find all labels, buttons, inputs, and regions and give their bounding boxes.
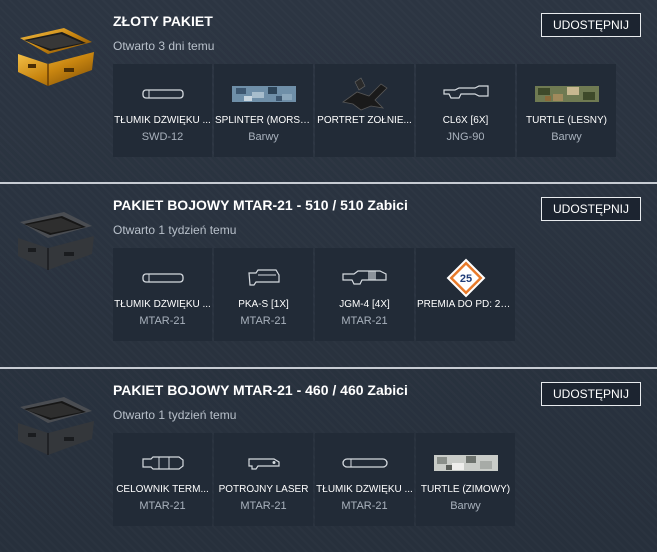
camo-swatch-navy [229,74,299,114]
item-name: CL6X [6X] [442,115,489,126]
item-name: SPLINTER (MORSKI) [215,115,312,126]
share-button[interactable]: UDOSTĘPNIJ [541,382,641,406]
pack-opened-time: Otwarto 1 tydzień temu [113,223,237,237]
case-icon [18,212,94,270]
item-card[interactable]: PKA-S [1X] MTAR-21 [214,248,313,341]
pack-items: TŁUMIK DŹWIĘKU ... SWD-12 SPLINTER (MORS… [113,64,616,157]
item-name: TURTLE (ZIMOWY) [420,484,511,495]
item-name: CELOWNIK TERM... [116,484,209,495]
item-card[interactable]: CL6X [6X] JNG-90 [416,64,515,157]
scope-icon [431,74,501,114]
item-card[interactable]: 25 PREMIA DO PD: 25% [416,248,515,341]
item-sub: Barwy [248,131,279,143]
silencer-icon [128,258,198,298]
item-sub: SWD-12 [141,131,184,143]
laser-icon [229,443,299,483]
item-name: TŁUMIK DŹWIĘKU ... [114,115,211,126]
item-card[interactable]: JGM-4 [4X] MTAR-21 [315,248,414,341]
item-name: PKA-S [1X] [238,299,289,310]
soldier-portrait-icon [330,74,400,114]
pack-title: ZŁOTY PAKIET [113,13,213,29]
pack-items: TŁUMIK DŹWIĘKU ... MTAR-21 PKA-S [1X] MT… [113,248,515,341]
silencer-icon [330,443,400,483]
silencer-icon [128,74,198,114]
item-sub: MTAR-21 [139,315,186,327]
pack-opened-time: Otwarto 3 dni temu [113,39,215,53]
item-name: POTRÓJNY LASER [218,484,309,495]
item-card[interactable]: CELOWNIK TERM... MTAR-21 [113,433,212,526]
item-sub: MTAR-21 [240,500,287,512]
thermal-scope-icon [128,443,198,483]
item-name: PREMIA DO PD: 25% [417,299,514,310]
pack-battle-460: PAKIET BOJOWY MTAR-21 - 460 / 460 Zabici… [0,369,657,552]
pack-title: PAKIET BOJOWY MTAR-21 - 510 / 510 Zabici [113,197,408,213]
item-card[interactable]: PORTRET ŻOŁNIE... [315,64,414,157]
item-sub: JNG-90 [446,131,485,143]
item-name: PORTRET ŻOŁNIE... [317,115,412,126]
xp-boost-25-icon: 25 [431,258,501,298]
gold-case-icon [18,28,94,86]
item-card[interactable]: TŁUMIK DŹWIĘKU ... MTAR-21 [315,433,414,526]
item-card[interactable]: TURTLE (ZIMOWY) Barwy [416,433,515,526]
share-button[interactable]: UDOSTĘPNIJ [541,13,641,37]
item-sub: Barwy [551,131,582,143]
pack-gold: ZŁOTY PAKIET Otwarto 3 dni temu UDOSTĘPN… [0,0,657,182]
item-sub: MTAR-21 [341,500,388,512]
share-button[interactable]: UDOSTĘPNIJ [541,197,641,221]
item-card[interactable]: SPLINTER (MORSKI) Barwy [214,64,313,157]
item-name: TŁUMIK DŹWIĘKU ... [316,484,413,495]
item-sub: MTAR-21 [240,315,287,327]
item-sub: MTAR-21 [341,315,388,327]
item-card[interactable]: POTRÓJNY LASER MTAR-21 [214,433,313,526]
pack-items: CELOWNIK TERM... MTAR-21 POTRÓJNY LASER … [113,433,515,526]
xp-boost-value: 25 [459,273,471,285]
camo-swatch-winter [431,443,501,483]
item-card[interactable]: TŁUMIK DŹWIĘKU ... MTAR-21 [113,248,212,341]
item-name: JGM-4 [4X] [339,299,390,310]
item-sub: MTAR-21 [139,500,186,512]
camo-swatch-forest [532,74,602,114]
scope-icon [330,258,400,298]
item-name: TURTLE (LEŚNY) [526,115,607,126]
red-dot-sight-icon [229,258,299,298]
item-name: TŁUMIK DŹWIĘKU ... [114,299,211,310]
item-sub: Barwy [450,500,481,512]
pack-opened-time: Otwarto 1 tydzień temu [113,408,237,422]
pack-battle-510: PAKIET BOJOWY MTAR-21 - 510 / 510 Zabici… [0,184,657,367]
case-icon [18,397,94,455]
item-card[interactable]: TURTLE (LEŚNY) Barwy [517,64,616,157]
pack-title: PAKIET BOJOWY MTAR-21 - 460 / 460 Zabici [113,382,408,398]
item-card[interactable]: TŁUMIK DŹWIĘKU ... SWD-12 [113,64,212,157]
